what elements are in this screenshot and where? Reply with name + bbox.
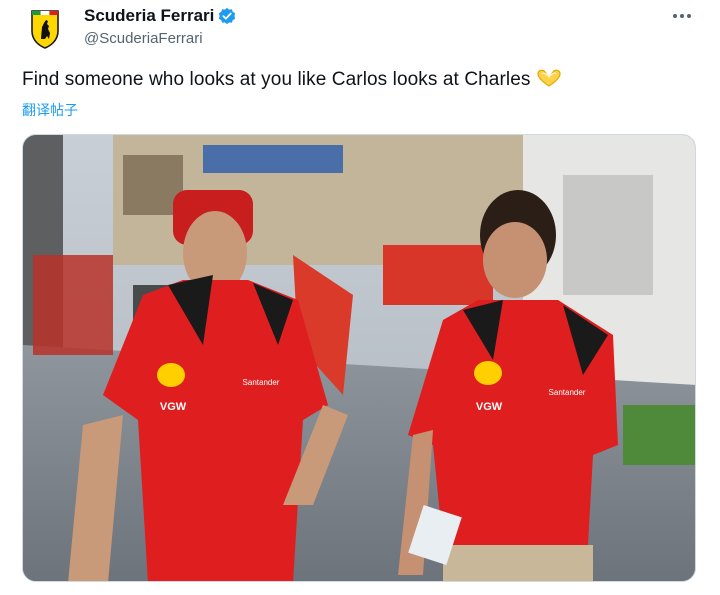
display-name-row: Scuderia Ferrari bbox=[84, 4, 236, 28]
sponsor-vgw-left: VGW bbox=[160, 401, 187, 413]
sponsor-vgw-right: VGW bbox=[476, 401, 503, 413]
more-dot bbox=[680, 14, 684, 18]
tweet-header: Scuderia Ferrari @ScuderiaFerrari bbox=[22, 4, 702, 52]
sponsor-santander-right: Santander bbox=[549, 388, 586, 397]
tweet-photo[interactable]: VGW Santander VGW Santander bbox=[22, 134, 696, 582]
avatar[interactable] bbox=[22, 6, 68, 52]
author-info: Scuderia Ferrari @ScuderiaFerrari bbox=[84, 4, 236, 47]
author-handle[interactable]: @ScuderiaFerrari bbox=[84, 30, 236, 47]
tweet-card: Scuderia Ferrari @ScuderiaFerrari Find s… bbox=[0, 0, 720, 595]
tweet-text: Find someone who looks at you like Carlo… bbox=[22, 69, 531, 90]
more-options-button[interactable] bbox=[668, 6, 696, 26]
photo-scene: VGW Santander VGW Santander bbox=[23, 135, 695, 581]
more-dots-icon bbox=[673, 14, 677, 18]
tweet-text-container: Find someone who looks at you like Carlo… bbox=[22, 68, 562, 94]
ferrari-shield-icon bbox=[31, 10, 59, 49]
display-name[interactable]: Scuderia Ferrari bbox=[84, 6, 214, 26]
sponsor-santander-left: Santander bbox=[243, 378, 280, 387]
more-dot bbox=[687, 14, 691, 18]
heart-hands-icon bbox=[536, 68, 562, 94]
translate-post-link[interactable]: 翻译帖子 bbox=[22, 100, 78, 120]
verified-badge-icon bbox=[218, 7, 236, 25]
